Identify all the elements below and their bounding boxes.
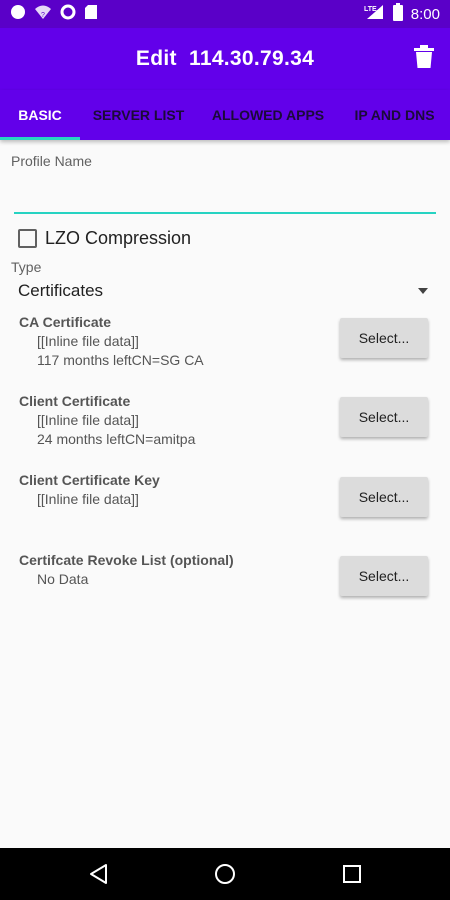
trash-icon[interactable] [414,45,434,69]
network-type: LTE [364,6,377,13]
type-dropdown[interactable]: Certificates [18,278,432,304]
lzo-compression-checkbox[interactable]: LZO Compression [18,228,191,249]
status-time: 8:00 [410,5,440,23]
checkbox-box[interactable] [18,229,37,248]
vpn-ring-icon [60,4,76,25]
profile-name-label: Profile Name [11,153,92,169]
tab-basic[interactable]: BASIC [0,90,80,140]
page-title: Edit 114.30.79.34 [135,47,315,70]
revoke-list-select-button[interactable]: Select... [340,556,428,596]
circle-notification-icon [10,4,26,25]
dropdown-arrow-icon [418,288,428,294]
back-icon[interactable] [87,862,111,886]
type-label: Type [11,259,42,275]
client-certificate-key-select-button[interactable]: Select... [340,477,428,517]
lzo-compression-label: LZO Compression [45,228,192,248]
type-selected-value: Certificates [18,281,104,300]
status-bar: ? LTE 8:00 [0,0,450,28]
tab-ip-and-dns[interactable]: IP AND DNS [339,90,450,140]
tab-allowed-apps[interactable]: ALLOWED APPS [197,90,339,140]
signal-icon: LTE [363,4,385,24]
wifi-question-icon: ? [34,4,52,25]
profile-name-input[interactable] [14,180,436,214]
svg-text:?: ? [41,12,45,19]
tab-server-list[interactable]: SERVER LIST [80,90,197,140]
home-icon[interactable] [213,862,237,886]
app-toolbar: Edit 114.30.79.34 [0,28,450,90]
recents-icon[interactable] [340,862,364,886]
system-nav-bar [0,848,450,900]
ca-certificate-select-button[interactable]: Select... [340,318,428,358]
sd-card-icon [84,4,98,25]
tab-bar: BASIC SERVER LIST ALLOWED APPS IP AND DN… [0,90,450,140]
battery-icon [392,3,403,25]
client-certificate-select-button[interactable]: Select... [340,397,428,437]
